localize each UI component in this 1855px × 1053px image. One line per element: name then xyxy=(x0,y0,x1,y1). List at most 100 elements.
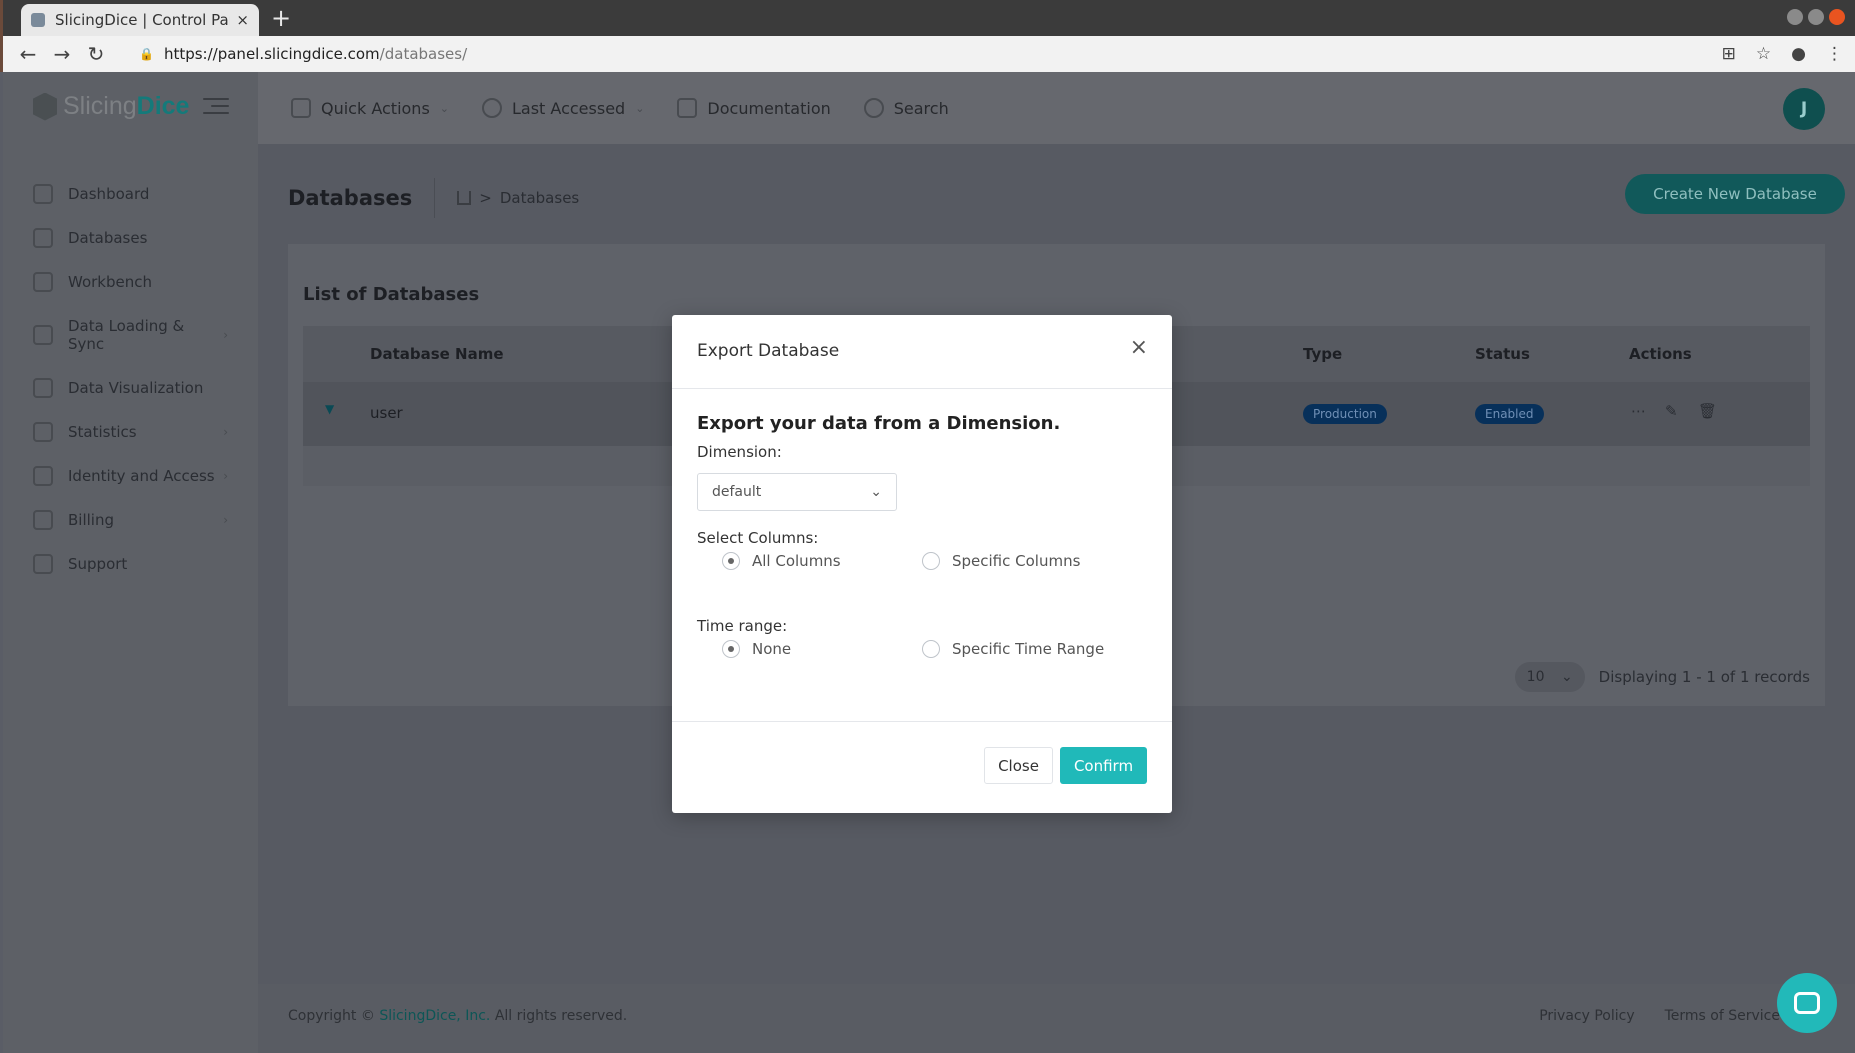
column-header-type[interactable]: Type xyxy=(1303,345,1342,363)
search-button[interactable]: Search xyxy=(863,98,949,118)
logo[interactable]: Slicing Dice xyxy=(33,92,189,121)
sidebar-item-statistics[interactable]: Statistics › xyxy=(3,410,258,454)
sidebar-item-billing[interactable]: Billing › xyxy=(3,498,258,542)
hamburger-menu-icon[interactable] xyxy=(203,98,229,116)
sidebar-item-label: Data Loading & Sync xyxy=(68,317,185,353)
reload-icon[interactable]: ↻ xyxy=(87,42,105,66)
specific-columns-radio[interactable]: Specific Columns xyxy=(922,552,1080,570)
forward-icon[interactable]: → xyxy=(53,42,71,66)
modal-footer: Close Confirm xyxy=(672,722,1172,812)
page-size-select[interactable]: 10 ⌄ xyxy=(1514,662,1585,692)
dashboard-icon xyxy=(33,184,53,204)
top-navbar: Quick Actions ⌄ Last Accessed ⌄ Documentat… xyxy=(258,72,1855,144)
sidebar-item-label: Support xyxy=(68,555,128,573)
radio-checked-icon xyxy=(722,552,740,570)
privacy-policy-link[interactable]: Privacy Policy xyxy=(1539,1008,1634,1024)
close-icon[interactable]: × xyxy=(1130,335,1148,360)
radio-label: Specific Time Range xyxy=(952,640,1105,658)
documentation-link[interactable]: Documentation xyxy=(677,98,831,118)
chevron-right-icon: › xyxy=(223,425,228,439)
favicon-icon xyxy=(31,13,45,27)
chat-widget-button[interactable] xyxy=(1777,973,1837,1033)
sidebar-item-support[interactable]: Support xyxy=(3,542,258,586)
plus-square-icon xyxy=(291,98,311,118)
specific-time-range-radio[interactable]: Specific Time Range xyxy=(922,640,1104,658)
card-title: List of Databases xyxy=(303,284,480,305)
url-field[interactable]: https://panel.slicingdice.com/databases/ xyxy=(164,45,467,63)
sidebar-item-label: Statistics xyxy=(68,423,137,441)
column-header-name[interactable]: Database Name xyxy=(370,345,504,363)
sidebar-item-label: Dashboard xyxy=(68,185,150,203)
avatar[interactable]: J xyxy=(1783,88,1825,130)
radio-label: Specific Columns xyxy=(952,552,1081,570)
dimension-select[interactable]: default ⌄ xyxy=(697,473,897,511)
expand-caret-icon[interactable]: ▼ xyxy=(325,402,334,416)
workbench-icon xyxy=(33,272,53,292)
browser-tab[interactable]: SlicingDice | Control Panel × xyxy=(21,4,259,36)
last-accessed-label: Last Accessed xyxy=(512,98,626,118)
browser-actions: ⊞ ☆ ● ⋮ xyxy=(1722,44,1843,64)
no-time-range-radio[interactable]: None xyxy=(722,640,791,658)
quick-actions-label: Quick Actions xyxy=(321,98,430,118)
sidebar-menu: Dashboard Databases Workbench Data Loadi… xyxy=(3,172,258,586)
modal-heading: Export your data from a Dimension. xyxy=(697,413,1061,434)
address-bar: ← → ↻ 🔒 https://panel.slicingdice.com/da… xyxy=(0,36,1855,72)
create-new-database-button[interactable]: Create New Database xyxy=(1625,174,1845,214)
records-count: Displaying 1 - 1 of 1 records xyxy=(1598,668,1810,686)
bookmark-star-icon[interactable]: ☆ xyxy=(1756,44,1771,64)
dimension-label: Dimension: xyxy=(697,443,782,461)
column-header-status[interactable]: Status xyxy=(1475,345,1530,363)
all-columns-radio[interactable]: All Columns xyxy=(722,552,841,570)
footer-links: Privacy Policy Terms of Service xyxy=(1539,1008,1780,1024)
sidebar-item-label: Databases xyxy=(68,229,148,247)
new-tab-button[interactable]: + xyxy=(271,4,291,32)
translate-icon[interactable]: ⊞ xyxy=(1722,44,1736,64)
more-actions-icon[interactable]: ⋯ xyxy=(1631,402,1646,420)
modal-title: Export Database xyxy=(697,341,840,361)
billing-icon xyxy=(33,510,53,530)
tab-close-icon[interactable]: × xyxy=(236,11,249,29)
column-header-actions: Actions xyxy=(1629,345,1692,363)
sync-icon xyxy=(33,325,53,345)
close-button[interactable]: Close xyxy=(984,747,1053,784)
sidebar-item-data-visualization[interactable]: Data Visualization xyxy=(3,366,258,410)
sidebar-item-identity-access[interactable]: Identity and Access › xyxy=(3,454,258,498)
delete-icon[interactable]: 🗑 xyxy=(1698,402,1717,420)
sidebar-item-data-loading[interactable]: Data Loading & Sync › xyxy=(3,304,258,366)
back-icon[interactable]: ← xyxy=(19,42,37,66)
edit-icon[interactable]: ✎ xyxy=(1665,402,1678,420)
modal-body: Export your data from a Dimension. Dimen… xyxy=(672,389,1172,722)
url-host: https://panel.slicingdice.com xyxy=(163,45,380,63)
profile-icon[interactable]: ● xyxy=(1791,44,1806,64)
database-name: user xyxy=(370,404,403,422)
chevron-down-icon: ⌄ xyxy=(870,484,882,500)
sidebar-item-label: Billing xyxy=(68,511,114,529)
page-header: Databases > Databases xyxy=(288,178,579,218)
dimension-value: default xyxy=(712,484,762,500)
browser-tab-bar: SlicingDice | Control Panel × + xyxy=(0,0,1855,36)
sidebar-item-workbench[interactable]: Workbench xyxy=(3,260,258,304)
status-badge: Enabled xyxy=(1475,404,1544,424)
lock-icon[interactable]: 🔒 xyxy=(139,47,154,61)
search-label: Search xyxy=(893,98,949,118)
radio-label: All Columns xyxy=(752,552,841,570)
sidebar-item-dashboard[interactable]: Dashboard xyxy=(3,172,258,216)
browser-menu-icon[interactable]: ⋮ xyxy=(1826,44,1843,64)
chevron-right-icon: › xyxy=(223,469,228,483)
brand-link[interactable]: SlicingDice, Inc. xyxy=(379,1008,490,1024)
last-accessed-menu[interactable]: Last Accessed ⌄ xyxy=(482,98,644,118)
window-close-icon[interactable] xyxy=(1829,9,1845,25)
home-icon[interactable] xyxy=(457,191,472,205)
terms-of-service-link[interactable]: Terms of Service xyxy=(1665,1008,1780,1024)
chevron-right-icon: › xyxy=(223,328,228,342)
sidebar-item-label: Workbench xyxy=(68,273,152,291)
footer: Copyright © SlicingDice, Inc. All rights… xyxy=(258,984,1855,1053)
quick-actions-menu[interactable]: Quick Actions ⌄ xyxy=(291,98,449,118)
minimize-icon[interactable] xyxy=(1787,9,1803,25)
lock-icon xyxy=(33,466,53,486)
confirm-button[interactable]: Confirm xyxy=(1060,747,1147,784)
breadcrumb-separator: > xyxy=(479,189,492,207)
url-path: /databases/ xyxy=(379,45,468,63)
sidebar-item-databases[interactable]: Databases xyxy=(3,216,258,260)
maximize-icon[interactable] xyxy=(1808,9,1824,25)
